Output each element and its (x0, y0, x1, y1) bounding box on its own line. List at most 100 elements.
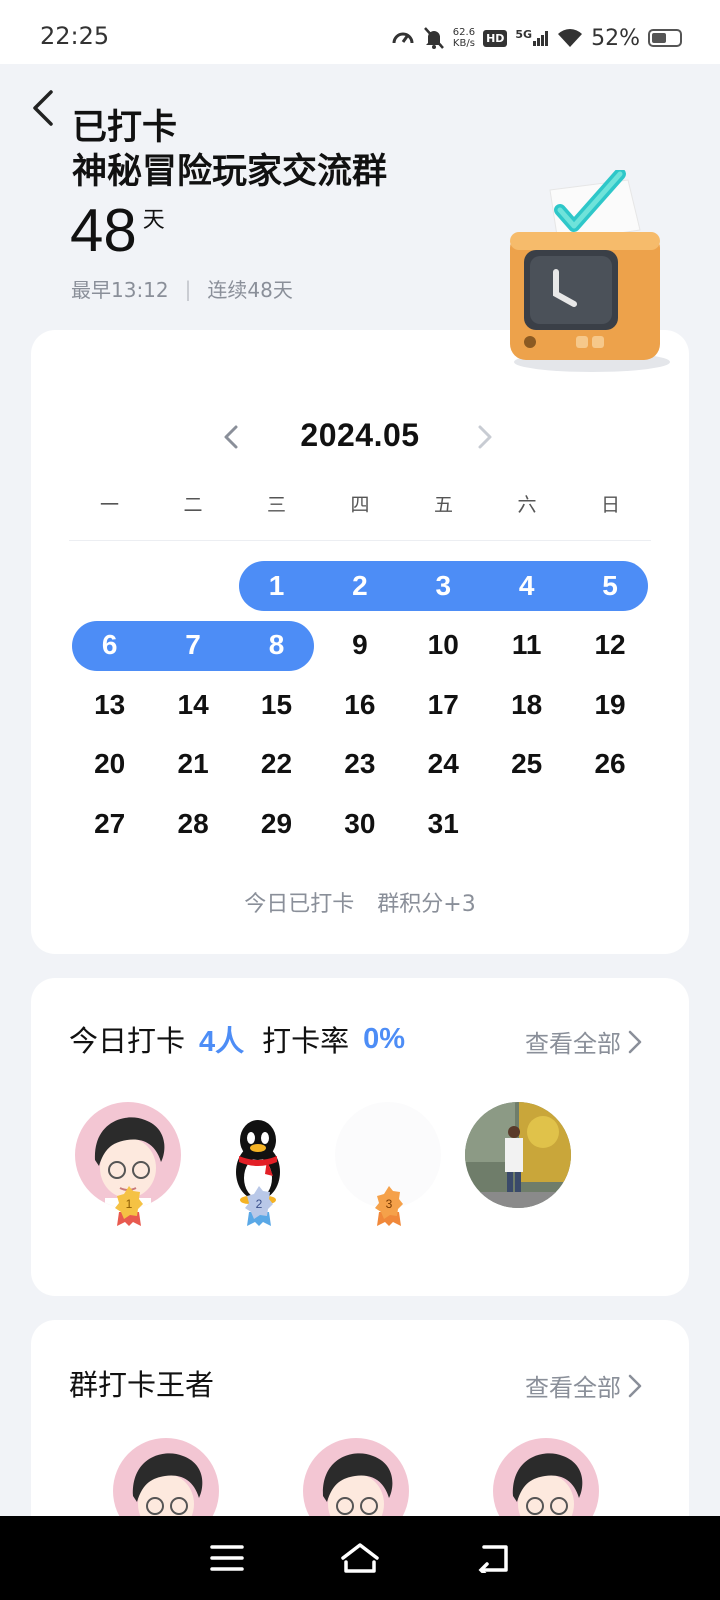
status-bar: 22:25 62.6 KB/s HD 5G 52% (0, 0, 720, 64)
weekday-header: 一 二 三 四 五 六 日 (68, 490, 652, 517)
checkin-days: 48 天 (70, 196, 165, 266)
back-icon (478, 1545, 509, 1573)
prev-month-button[interactable] (217, 422, 247, 452)
month-navigator: 2024.05 (31, 410, 689, 460)
calendar-day[interactable]: 7 (151, 616, 234, 676)
calendar-empty-cell (485, 794, 568, 854)
menu-icon (209, 1545, 244, 1571)
calendar-day[interactable]: 16 (318, 675, 401, 735)
today-checkin-label: 今日打卡 (69, 1024, 186, 1058)
calendar-day[interactable]: 2 (318, 556, 401, 616)
net-speed: 62.6 KB/s (452, 27, 476, 49)
rank-medal-icon: 3 (375, 1186, 403, 1226)
calendar-day[interactable]: 22 (235, 735, 318, 795)
calendar-day[interactable]: 13 (68, 675, 151, 735)
back-arrow-icon (33, 90, 53, 126)
calendar-day[interactable]: 3 (402, 556, 485, 616)
calendar-day[interactable]: 4 (485, 556, 568, 616)
calendar-day[interactable]: 29 (235, 794, 318, 854)
calendar-day[interactable]: 6 (68, 616, 151, 676)
calendar-day[interactable]: 25 (485, 735, 568, 795)
rank-medal-icon: 2 (245, 1186, 273, 1226)
system-nav-bar (0, 1516, 720, 1600)
days-unit: 天 (142, 208, 165, 233)
streak-days: 连续48天 (207, 278, 293, 302)
calendar-day[interactable]: 10 (402, 616, 485, 676)
calendar-day[interactable]: 21 (151, 735, 234, 795)
weekday-label: 一 (99, 494, 119, 516)
calendar-week-row: 6 7 8 9 10 11 12 (68, 616, 652, 676)
home-icon (341, 1543, 379, 1573)
calendar-day[interactable]: 9 (318, 616, 401, 676)
calendar-day[interactable]: 15 (235, 675, 318, 735)
today-avatar-list: 1 2 3 (75, 1102, 571, 1232)
next-month-button[interactable] (469, 422, 499, 452)
calendar-day[interactable]: 5 (568, 556, 651, 616)
member-avatar[interactable]: 2 (205, 1102, 311, 1232)
calendar-empty-cell (568, 794, 651, 854)
today-checked-text: 今日已打卡 (244, 892, 355, 917)
calendar-day[interactable]: 18 (485, 675, 568, 735)
points-earned-text: 群积分+3 (377, 892, 476, 917)
weekday-label: 三 (266, 494, 286, 516)
calendar-day[interactable]: 23 (318, 735, 401, 795)
checkin-clock-illustration (510, 170, 670, 372)
member-avatar[interactable]: 3 (335, 1102, 441, 1232)
calendar-day[interactable]: 26 (568, 735, 651, 795)
days-count: 48 (70, 197, 137, 264)
rank-number: 2 (256, 1197, 263, 1211)
calendar-day[interactable]: 12 (568, 616, 651, 676)
calendar-day[interactable]: 20 (68, 735, 151, 795)
group-name: 神秘冒险玩家交流群 (72, 152, 388, 192)
calendar-day[interactable]: 11 (485, 616, 568, 676)
calendar-week-row: 20 21 22 23 24 25 26 (68, 735, 652, 795)
status-time: 22:25 (40, 22, 110, 50)
chevron-right-icon (628, 1030, 642, 1053)
calendar-day[interactable]: 30 (318, 794, 401, 854)
weekday-label: 二 (183, 494, 203, 516)
checkin-rate-value: 0% (363, 1022, 406, 1055)
battery-icon (648, 29, 682, 47)
calendar-day[interactable]: 31 (402, 794, 485, 854)
calendar-day[interactable]: 8 (235, 616, 318, 676)
wifi-icon (558, 29, 583, 47)
weekday-label: 四 (350, 494, 370, 516)
calendar-day[interactable]: 14 (151, 675, 234, 735)
today-checkin-count: 4人 (199, 1026, 245, 1058)
calendar-week-row: 13 14 15 16 17 18 19 (68, 675, 652, 735)
view-all-label: 查看全部 (525, 1374, 621, 1402)
calendar-footer: 今日已打卡 群积分+3 (31, 886, 689, 918)
calendar-day[interactable]: 24 (402, 735, 485, 795)
calendar-day[interactable]: 19 (568, 675, 651, 735)
today-view-all-link[interactable]: 查看全部 (525, 1024, 643, 1059)
calendar-day[interactable]: 28 (151, 794, 234, 854)
calendar-empty-cell (68, 556, 151, 616)
calendar-divider (69, 540, 651, 541)
calendar-week-row: 12345 (68, 556, 652, 616)
calendar-month: 2024.05 (300, 416, 420, 453)
chevron-right-icon (628, 1374, 642, 1397)
calendar-day[interactable]: 27 (68, 794, 151, 854)
signal-5g-icon: 5G (515, 28, 549, 46)
weekday-label: 六 (517, 494, 537, 516)
earliest-time: 最早13:12 (71, 278, 169, 302)
calendar-empty-cell (151, 556, 234, 616)
rank-medal-icon: 1 (115, 1186, 143, 1226)
nav-back-button[interactable] (469, 1534, 517, 1582)
calendar-week-row: 27 28 29 30 31 (68, 794, 652, 854)
nav-home-button[interactable] (336, 1534, 384, 1582)
calendar-day[interactable]: 17 (402, 675, 485, 735)
chevron-left-icon (224, 425, 238, 449)
chevron-right-icon (478, 425, 492, 449)
member-avatar[interactable] (465, 1102, 571, 1232)
checkin-rate-label: 打卡率 (262, 1024, 350, 1058)
calendar-day[interactable]: 1 (235, 556, 318, 616)
calendar-grid: 1 2 3 4 5 6 7 8 9 10 11 12 13 14 15 16 17 18 19 20 21 22 23 24 2… (68, 556, 652, 854)
back-button[interactable] (22, 86, 62, 130)
nav-menu-button[interactable] (203, 1534, 251, 1582)
king-view-all-link[interactable]: 查看全部 (525, 1368, 643, 1403)
rank-number: 3 (386, 1197, 393, 1211)
bell-muted-icon (423, 27, 444, 49)
member-avatar[interactable]: 1 (75, 1102, 181, 1232)
calendar-card: 2024.05 一 二 三 四 五 六 日 1 2 3 4 5 6 7 8 9 10 11 12 13 1… (31, 330, 689, 954)
